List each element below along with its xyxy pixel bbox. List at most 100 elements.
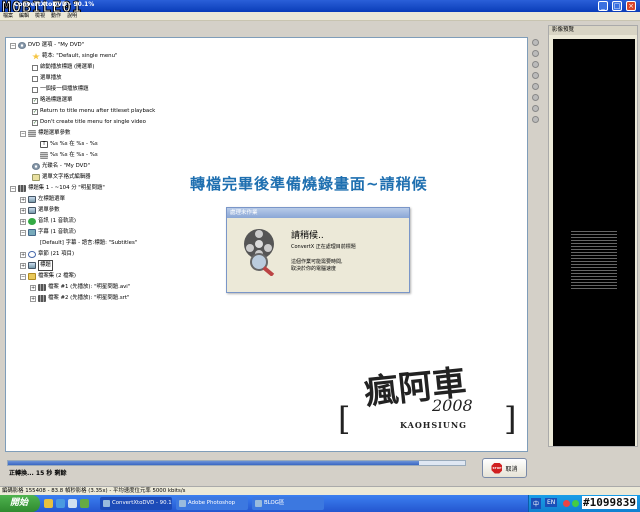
menu-action[interactable]: 動作 [48, 12, 64, 21]
cancel-button[interactable]: STOP 取消 [482, 458, 527, 478]
stop-icon: STOP [491, 462, 503, 474]
tree-row-return-menu[interactable]: ✓ Return to title menu after titleset pl… [32, 107, 155, 116]
checkbox[interactable] [32, 86, 38, 93]
language-indicator[interactable]: EN [545, 498, 558, 507]
dialog-heading: 請稍候.. [291, 231, 324, 241]
dialog-title: 處理未作業 [227, 208, 409, 218]
desktop-icon[interactable] [68, 499, 77, 508]
tray-icon[interactable] [563, 500, 570, 507]
watermark-signature: [ 瘋阿車 2008 KAOHSIUNG ] [338, 360, 520, 440]
tree-row-file-2[interactable]: + 檔案 #2 (先播放): "明星問題.srt" [30, 294, 129, 303]
checkbox[interactable] [32, 64, 38, 71]
window-title: ConvertXtoDVD - 90.1% [14, 1, 95, 8]
quicklaunch-icon[interactable] [80, 499, 89, 508]
tree-row-template[interactable]: 範本: "Default, single menu" [32, 52, 117, 61]
tree-row-chapters[interactable]: + 章節 (21 項目) [20, 250, 74, 259]
expand-icon[interactable]: + [20, 251, 26, 258]
tree-row-subtitle-default[interactable]: [Default] 字幕 - 語言:標題: "Subtitles" [40, 239, 137, 248]
menu-help[interactable]: 說明 [64, 12, 80, 21]
ie-icon[interactable] [56, 499, 65, 508]
tree-row-left-title-menu[interactable]: + 左標題選單 [20, 195, 65, 204]
collapse-icon[interactable]: − [20, 229, 26, 236]
start-button[interactable]: 開始 [0, 495, 40, 512]
video-file-icon [38, 295, 46, 302]
tree-row-menu-play[interactable]: 選單播放 [32, 74, 62, 83]
tree-row-audio[interactable]: + 音訊 (1 音軌流) [20, 217, 76, 226]
tool-button[interactable] [532, 83, 539, 90]
expand-icon[interactable]: + [30, 295, 36, 302]
expand-icon[interactable]: + [20, 207, 26, 214]
tree-row-menu-text-editor[interactable]: 選單文字格式編輯器 [32, 173, 91, 182]
tool-button[interactable] [532, 39, 539, 46]
tool-button[interactable] [532, 94, 539, 101]
tool-button[interactable] [532, 50, 539, 57]
tree-row-no-title-menu[interactable]: ✓ Don't create title menu for single vid… [32, 118, 146, 127]
tree-row-disc-label[interactable]: 光碟名 - "My DVD" [32, 162, 90, 171]
quicklaunch-icon[interactable] [44, 499, 53, 508]
tree-row-sequential[interactable]: 一個接一個播放標題 [32, 85, 89, 94]
preview-title: 影像預覽 [549, 26, 637, 35]
tree-row-file-1[interactable]: + 檔案 #1 (先播放): "明星問題.avi" [30, 283, 130, 292]
expand-icon[interactable]: + [20, 218, 26, 225]
task-blog[interactable]: BLOG區 [252, 497, 324, 510]
close-button[interactable]: × [626, 1, 636, 11]
clock-overlay: #1099839 [582, 496, 637, 509]
menu-edit[interactable]: 編輯 [16, 12, 32, 21]
tool-button[interactable] [532, 116, 539, 123]
text-format-icon: T [40, 141, 48, 148]
tree-row-dvd-options[interactable]: − DVD 選項 - "My DVD" [10, 41, 84, 50]
expand-icon[interactable]: + [20, 196, 26, 203]
title-icon [28, 262, 36, 269]
tree-row-title[interactable]: + 標題 [20, 260, 53, 271]
tree-row-file-set[interactable]: − 檔案集 (2 檔案) [20, 272, 76, 281]
tool-button[interactable] [532, 61, 539, 68]
collapse-icon[interactable]: − [20, 273, 26, 280]
tree-row-title-set[interactable]: − 標題集 1 - ~104 分 "明星問題" [10, 184, 105, 193]
dialog-message-2: 這個作業可能需要時間, [291, 259, 343, 265]
audio-note-icon [28, 218, 36, 225]
overlay-caption: 轉檔完畢後準備燒錄畫面~請稍候 [190, 175, 428, 193]
collapse-icon[interactable]: − [10, 42, 16, 49]
checkbox[interactable] [32, 75, 38, 82]
tree-row-subtitles[interactable]: − 字幕 (1 音軌流) [20, 228, 76, 237]
expand-icon[interactable]: + [30, 284, 36, 291]
checkbox-checked[interactable]: ✓ [32, 97, 38, 104]
info-icon[interactable] [532, 72, 539, 79]
tool-button[interactable] [532, 105, 539, 112]
tree-row-skip-menu[interactable]: ✓ 略過標題選單 [32, 96, 72, 105]
task-convertx[interactable]: ConvertXtoDVD - 90.1% [100, 497, 172, 510]
tree-row-title-params[interactable]: − 標題選單參數 [20, 129, 70, 138]
tree-row-autoplay[interactable]: 啟動播放標題 (開選單) [32, 63, 94, 72]
collapse-icon[interactable]: − [10, 185, 16, 192]
checkbox-checked[interactable]: ✓ [32, 108, 38, 115]
ime-indicator[interactable]: 中 [531, 498, 542, 509]
checkbox-checked[interactable]: ✓ [32, 119, 38, 126]
maximize-button[interactable]: □ [612, 1, 622, 11]
expand-icon[interactable]: + [20, 262, 26, 269]
minimize-button[interactable]: _ [598, 1, 608, 11]
menu-bar: 檔案 編輯 檢視 動作 說明 [0, 12, 640, 21]
collapse-icon[interactable]: − [20, 130, 26, 137]
folder-icon [28, 273, 36, 280]
menu-view[interactable]: 檢視 [32, 12, 48, 21]
tree-row-title-param-1[interactable]: T %s %s 在 %s - %s [40, 140, 98, 149]
progress-fill [8, 461, 420, 465]
menu-file[interactable]: 檔案 [0, 12, 16, 21]
tree-row-title-param-2[interactable]: %s %s 在 %s - %s [40, 151, 98, 160]
system-tray: 中 EN #1099839 [528, 495, 640, 512]
dialog-message-3: 取決於你的電腦速度 [291, 266, 337, 272]
chapters-clock-icon [28, 251, 36, 258]
watermark-year: 2008 [432, 396, 473, 415]
time-remaining: 正轉換... 15 秒 剩餘 [9, 470, 67, 477]
side-toolbar [530, 37, 542, 137]
menu-icon [28, 207, 36, 214]
conversion-progress-bar [7, 460, 466, 466]
tree-row-menu-params[interactable]: + 選單參數 [20, 206, 60, 215]
film-reel-magnifier-icon [244, 229, 275, 276]
windows-taskbar: 開始 ConvertXtoDVD - 90.1% Adobe Photoshop… [0, 495, 640, 512]
watermark-city: KAOHSIUNG [400, 420, 468, 430]
task-photoshop[interactable]: Adobe Photoshop [176, 497, 248, 510]
video-file-icon [38, 284, 46, 291]
tray-icon[interactable] [572, 500, 579, 507]
cancel-label: 取消 [505, 465, 518, 473]
